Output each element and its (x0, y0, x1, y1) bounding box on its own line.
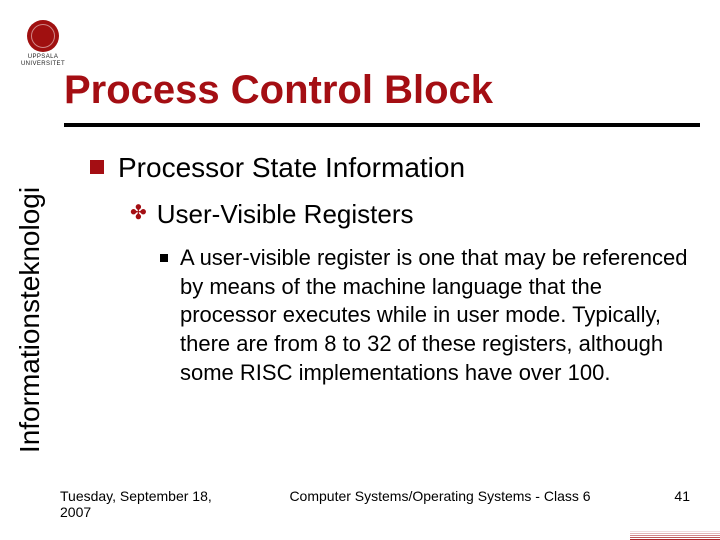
sidebar-text: Informationsteknologi (14, 187, 46, 453)
slide-title: Process Control Block (64, 68, 700, 127)
bullet-level-3: A user-visible register is one that may … (160, 244, 690, 387)
seal-icon (27, 20, 59, 52)
slide: UPPSALA UNIVERSITET Process Control Bloc… (0, 0, 720, 540)
university-logo: UPPSALA UNIVERSITET (18, 20, 68, 67)
footer-page: 41 (640, 488, 690, 520)
bullet-level-1: Processor State Information (90, 150, 690, 186)
corner-decoration (630, 530, 720, 540)
flower-bullet-icon: ✤ (130, 198, 147, 228)
logo-text-2: UNIVERSITET (18, 61, 68, 68)
content-area: Processor State Information ✤ User-Visib… (90, 150, 690, 387)
h1-text: Processor State Information (118, 150, 465, 186)
h2-text: User-Visible Registers (157, 198, 414, 232)
logo-text-1: UPPSALA (18, 54, 68, 61)
footer-course: Computer Systems/Operating Systems - Cla… (240, 488, 640, 520)
footer: Tuesday, September 18, 2007 Computer Sys… (60, 488, 690, 520)
square-bullet-icon (90, 160, 104, 174)
sidebar-vertical-label: Informationsteknologi (10, 160, 50, 480)
body-text: A user-visible register is one that may … (180, 244, 690, 387)
bullet-level-2: ✤ User-Visible Registers (130, 198, 690, 232)
footer-date: Tuesday, September 18, 2007 (60, 488, 240, 520)
small-square-bullet-icon (160, 254, 168, 262)
